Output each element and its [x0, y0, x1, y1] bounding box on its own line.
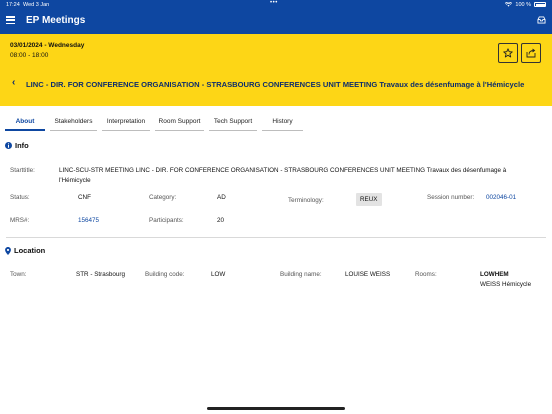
location-section-title: Location: [5, 246, 45, 255]
wifi-icon: [505, 2, 513, 7]
back-chevron-icon[interactable]: ‹: [12, 78, 15, 88]
status-label: Status:: [10, 194, 30, 201]
building-name-label: Building name:: [280, 271, 322, 278]
detail-tabs: About Stakeholders Interpretation Room S…: [0, 115, 552, 131]
starttitle-value-line2: l'Hémicycle: [59, 177, 91, 184]
status-value: CNF: [78, 194, 91, 201]
status-date: Wed 3 Jan: [23, 1, 50, 8]
tab-room-support[interactable]: Room Support: [155, 115, 204, 131]
meeting-time: 08:00 - 18:00: [10, 52, 49, 59]
location-title: Location: [14, 246, 46, 255]
mrs-link[interactable]: 156475: [78, 217, 99, 224]
section-divider: [6, 237, 546, 238]
building-code-label: Building code:: [145, 271, 185, 278]
room-code-value: LOWHEM: [480, 271, 509, 278]
session-number-link[interactable]: 002046-01: [486, 194, 516, 201]
app-title: EP Meetings: [26, 15, 86, 26]
status-time: 17:24: [6, 1, 20, 8]
battery-percent: 100 %: [515, 1, 531, 8]
mrs-label: MRS#:: [10, 217, 30, 224]
rooms-label: Rooms:: [415, 271, 437, 278]
category-value: AD: [217, 194, 226, 201]
app-navbar: EP Meetings: [0, 10, 552, 34]
status-right: 100 %: [505, 2, 546, 8]
star-icon: [503, 48, 513, 58]
share-icon: [526, 48, 536, 58]
location-pin-icon: [5, 246, 11, 255]
participants-label: Participants:: [149, 217, 184, 224]
town-label: Town:: [10, 271, 27, 278]
town-value: STR - Strasbourg: [76, 271, 125, 278]
building-code-value: LOW: [211, 271, 226, 278]
session-number-label: Session number:: [427, 194, 475, 201]
status-bar: 17:24 Wed 3 Jan ••• 100 %: [0, 0, 552, 10]
tab-tech-support[interactable]: Tech Support: [209, 115, 257, 131]
room-name-value: WEISS Hémicycle: [480, 281, 532, 288]
meeting-title: LINC - DIR. FOR CONFERENCE ORGANISATION …: [26, 80, 525, 89]
multitasking-dots-icon[interactable]: •••: [270, 0, 278, 6]
hamburger-icon[interactable]: [6, 16, 15, 24]
participants-value: 20: [217, 217, 225, 224]
tab-history[interactable]: History: [262, 115, 303, 131]
starttitle-value-line1: LINC-SCU-STR MEETING LINC - DIR. FOR CON…: [59, 167, 507, 174]
info-icon: [5, 142, 12, 149]
battery-icon: [534, 2, 546, 7]
tab-stakeholders[interactable]: Stakeholders: [50, 115, 97, 131]
terminology-label: Terminology:: [288, 197, 324, 204]
building-name-value: LOUISE WEISS: [345, 271, 391, 278]
home-indicator[interactable]: [207, 407, 345, 410]
starttitle-label: Starttitle:: [10, 167, 35, 174]
info-title: Info: [15, 141, 29, 150]
meeting-header: 03/01/2024 - Wednesday 08:00 - 18:00 ‹ L…: [0, 34, 552, 106]
info-section-title: Info: [5, 141, 29, 150]
terminology-tag: REUX: [356, 193, 382, 206]
inbox-icon[interactable]: [537, 16, 546, 24]
favorite-button[interactable]: [498, 43, 518, 63]
tab-interpretation[interactable]: Interpretation: [102, 115, 150, 131]
meeting-date: 03/01/2024 - Wednesday: [10, 42, 85, 49]
share-button[interactable]: [521, 43, 541, 63]
tab-about[interactable]: About: [5, 115, 45, 131]
category-label: Category:: [149, 194, 177, 201]
